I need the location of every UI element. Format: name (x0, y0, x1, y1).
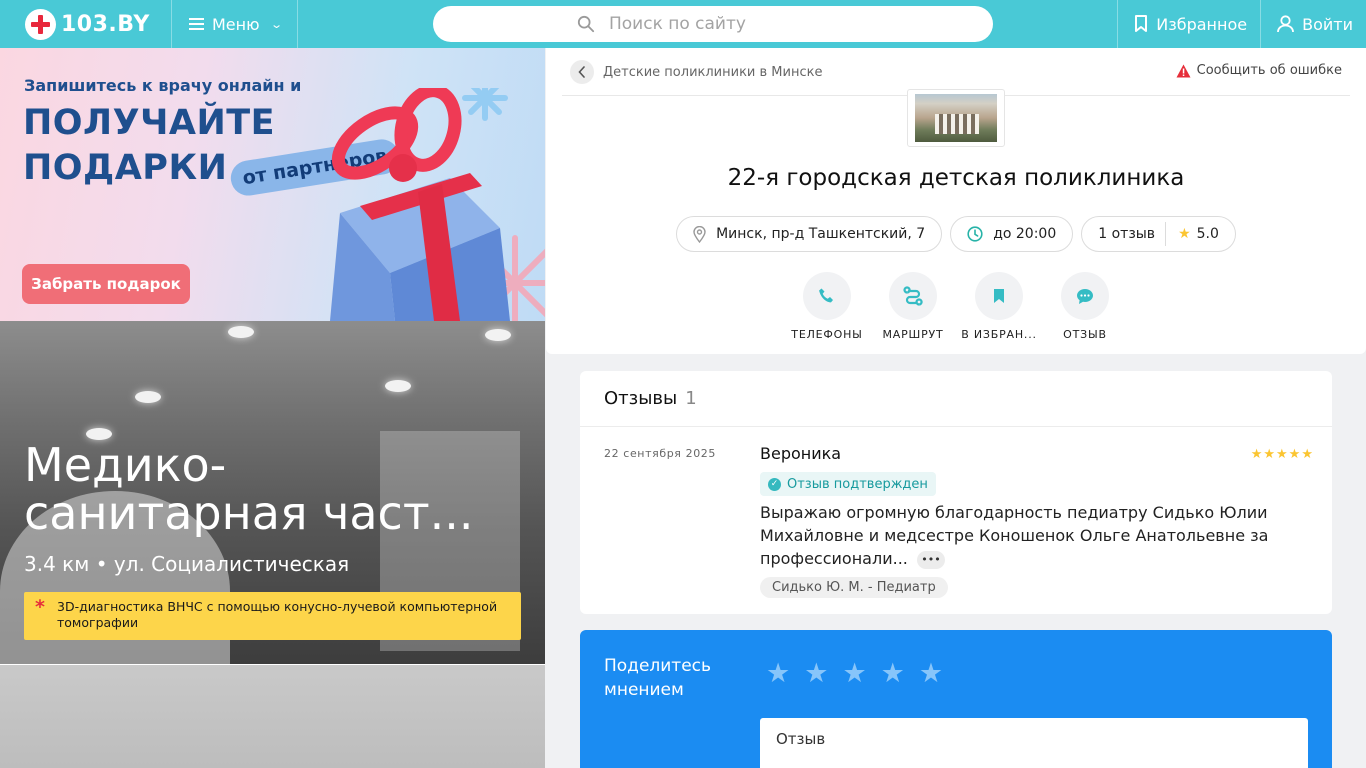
top-navigation-bar: 103.BY Меню ⌄ Избранное Войти (0, 0, 1366, 48)
reviews-header: Отзывы 1 (580, 371, 1332, 427)
reviews-count-text: 1 отзыв (1098, 226, 1156, 242)
review-text-block: Выражаю огромную благодарность педиатру … (760, 501, 1300, 570)
chevron-left-icon (578, 66, 585, 78)
clinic-ad-title: Медико- санитарная част... (24, 441, 524, 537)
site-logo[interactable]: 103.BY (0, 0, 172, 48)
phones-action[interactable]: ТЕЛЕФОНЫ (791, 272, 862, 341)
clinic-ad-banner[interactable]: Медико- санитарная част... 3.4 км • ул. … (0, 321, 545, 664)
route-icon (903, 286, 923, 306)
hours-text: до 20:00 (993, 226, 1057, 242)
login-link[interactable]: Войти (1260, 0, 1366, 48)
route-action-button[interactable] (889, 272, 937, 320)
clinic-ad-note: * 3D-диагностика ВНЧС с помощью конусно-… (24, 592, 521, 640)
asterisk-icon: * (35, 596, 45, 618)
login-label: Войти (1302, 14, 1353, 34)
clinic-ad-address: 3.4 км • ул. Социалистическая (24, 552, 350, 576)
phones-action-label: ТЕЛЕФОНЫ (791, 328, 863, 341)
review-text: Выражаю огромную благодарность педиатру … (760, 503, 1269, 568)
report-error-label: Сообщить об ошибке (1196, 63, 1342, 78)
review-action-button[interactable] (1061, 272, 1109, 320)
hours-chip[interactable]: до 20:00 (950, 216, 1074, 252)
rating-star-1[interactable]: ★ (766, 658, 790, 690)
review-author: Вероника (760, 444, 842, 463)
chevron-down-icon: ⌄ (269, 17, 283, 31)
promo-line1: Запишитесь к врачу онлайн и (24, 76, 302, 95)
clinic-title: 22-я городская детская поликлиника (727, 165, 1185, 191)
bookmark-filled-icon (994, 289, 1004, 303)
address-chip[interactable]: Минск, пр-д Ташкентский, 7 (676, 216, 943, 252)
star-icon: ★ (1178, 226, 1191, 242)
check-circle-icon: ✓ (768, 477, 781, 491)
location-pin-icon (693, 225, 706, 243)
back-button[interactable] (570, 60, 594, 84)
verified-badge: ✓ Отзыв подтвержден (760, 472, 936, 496)
gift-box-icon (330, 88, 545, 321)
clinic-photo[interactable] (907, 89, 1005, 147)
clock-icon (967, 226, 983, 242)
doctor-tag[interactable]: Сидько Ю. М. - Педиатр (760, 577, 948, 598)
menu-label: Меню (212, 14, 260, 34)
clinic-actions: ТЕЛЕФОНЫ МАРШРУТ В ИЗБРАН... ОТЗЫВ (546, 272, 1366, 341)
reviews-section: Отзывы 1 22 сентября 2025 Вероника ★★★★★… (580, 371, 1332, 614)
route-action-label: МАРШРУТ (882, 328, 944, 341)
clinic-info-chips: Минск, пр-д Ташкентский, 7 до 20:00 1 от… (546, 216, 1366, 252)
review-stars: ★★★★★ (1250, 447, 1314, 462)
favorites-label: Избранное (1156, 14, 1248, 34)
favorites-link[interactable]: Избранное (1117, 0, 1260, 48)
expand-review-button[interactable]: ••• (916, 550, 945, 569)
logo-text: 103.BY (61, 11, 150, 37)
favorite-action-button[interactable] (975, 272, 1023, 320)
next-ad-banner[interactable] (0, 665, 545, 768)
breadcrumb: Детские поликлиники в Минске (570, 60, 822, 84)
clinic-building-image (915, 94, 997, 142)
address-text: Минск, пр-д Ташкентский, 7 (716, 226, 926, 242)
rating-input: ★ ★ ★ ★ ★ (766, 658, 943, 690)
promo-banner[interactable]: Запишитесь к врачу онлайн и ПОЛУЧАЙТЕ ПО… (0, 48, 545, 321)
menu-button[interactable]: Меню ⌄ (172, 0, 298, 48)
search-input[interactable] (609, 14, 849, 34)
reviews-title: Отзывы (604, 388, 678, 409)
phones-action-button[interactable] (803, 272, 851, 320)
route-action[interactable]: МАРШРУТ (882, 272, 943, 341)
rating-chip[interactable]: 1 отзыв ★ 5.0 (1081, 216, 1236, 252)
promo-line3: ПОДАРКИ (23, 148, 228, 188)
review-action-label: ОТЗЫВ (1063, 328, 1107, 341)
claim-gift-button[interactable]: Забрать подарок (22, 264, 190, 304)
verified-label: Отзыв подтвержден (787, 476, 928, 492)
clinic-header-card: Детские поликлиники в Минске Сообщить об… (546, 48, 1366, 354)
share-title: Поделитесь мнением (604, 656, 712, 700)
promo-line2: ПОЛУЧАЙТЕ (23, 103, 276, 143)
review-action[interactable]: ОТЗЫВ (1061, 272, 1109, 341)
breadcrumb-link[interactable]: Детские поликлиники в Минске (603, 65, 822, 80)
clinic-ad-title-line1: Медико- (24, 441, 227, 489)
search-bar[interactable] (433, 6, 993, 42)
clinic-ad-title-line2: санитарная част... (24, 489, 474, 537)
medical-cross-icon (25, 8, 56, 40)
search-icon (577, 15, 595, 33)
rating-star-2[interactable]: ★ (804, 658, 828, 690)
rating-star-3[interactable]: ★ (842, 658, 866, 690)
chat-bubble-icon (1077, 288, 1093, 304)
favorite-action-label: В ИЗБРАН... (961, 328, 1037, 341)
left-advertising-column: Запишитесь к врачу онлайн и ПОЛУЧАЙТЕ ПО… (0, 48, 545, 768)
reviews-count: 1 (685, 388, 697, 409)
clinic-ad-note-text: 3D-диагностика ВНЧС с помощью конусно-лу… (57, 599, 498, 630)
share-opinion-form: Поделитесь мнением ★ ★ ★ ★ ★ (580, 630, 1332, 768)
review-textarea[interactable] (760, 718, 1308, 768)
review-date: 22 сентября 2025 (604, 447, 716, 460)
report-error-link[interactable]: Сообщить об ошибке (1176, 63, 1342, 78)
bookmark-icon (1135, 15, 1148, 32)
user-icon (1277, 15, 1295, 33)
phone-icon (819, 288, 833, 303)
rating-value: 5.0 (1196, 226, 1219, 242)
rating-star-5[interactable]: ★ (919, 658, 943, 690)
warning-icon (1176, 64, 1191, 77)
favorite-action[interactable]: В ИЗБРАН... (961, 272, 1036, 341)
rating-star-4[interactable]: ★ (881, 658, 905, 690)
hamburger-icon (189, 18, 204, 30)
chip-separator (1165, 222, 1167, 246)
